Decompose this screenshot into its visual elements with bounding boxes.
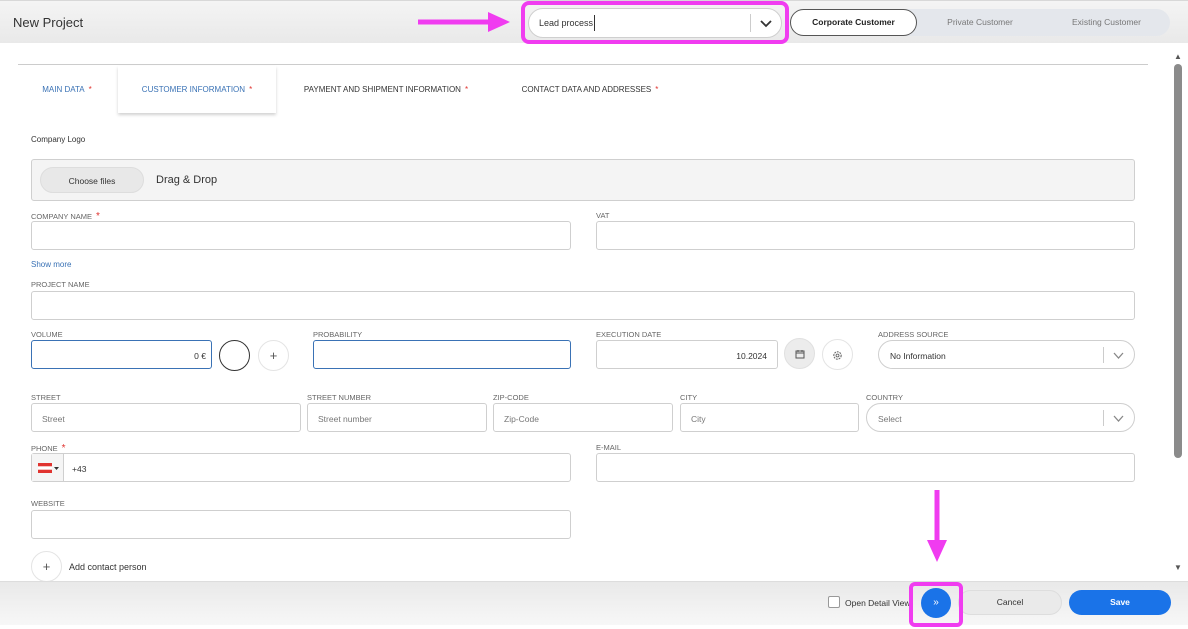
add-volume-button[interactable]: +: [258, 340, 289, 371]
tab-label: MAIN DATA: [42, 85, 85, 94]
street-placeholder: Street: [42, 414, 65, 424]
settings-gear-icon[interactable]: [822, 339, 853, 370]
street-input[interactable]: Street: [31, 403, 301, 432]
add-contact-person-button[interactable]: +: [31, 551, 62, 582]
choose-files-button[interactable]: Choose files: [40, 167, 144, 193]
execution-date-input[interactable]: 10.2024: [596, 340, 778, 369]
street-number-placeholder: Street number: [318, 414, 372, 424]
required-mark: *: [88, 85, 92, 94]
company-logo-label: Company Logo: [31, 135, 86, 144]
select-divider: [750, 14, 751, 32]
austria-flag-icon: [38, 463, 59, 473]
volume-input[interactable]: 0 €: [31, 340, 212, 369]
street-number-label: STREET NUMBER: [307, 393, 372, 402]
probability-label: PROBABILITY: [313, 330, 363, 339]
company-name-input[interactable]: [31, 221, 571, 250]
volume-label: VOLUME: [31, 330, 63, 339]
tab-payment-shipment[interactable]: PAYMENT AND SHIPMENT INFORMATION *: [286, 66, 486, 113]
process-select[interactable]: Lead process: [528, 8, 782, 38]
tabs-divider: [18, 64, 1148, 65]
annotation-arrow-right-icon: [418, 12, 510, 32]
city-placeholder: City: [691, 414, 706, 424]
new-project-dialog: New Project Lead process Corporate Custo…: [0, 0, 1188, 629]
annotation-arrow-down-icon: [927, 490, 947, 562]
website-input[interactable]: [31, 510, 571, 539]
country-value: Select: [878, 414, 902, 424]
phone-input[interactable]: +43: [31, 453, 571, 482]
execution-date-value: 10.2024: [736, 351, 767, 361]
file-drop-zone[interactable]: Choose files Drag & Drop: [31, 159, 1135, 201]
project-name-input[interactable]: [31, 291, 1135, 320]
save-button[interactable]: Save: [1069, 590, 1171, 615]
city-input[interactable]: City: [680, 403, 859, 432]
zip-code-label: ZIP-CODE: [493, 393, 529, 402]
required-mark: *: [464, 85, 469, 94]
add-contact-person-label: Add contact person: [69, 562, 147, 572]
page-title: New Project: [13, 15, 84, 30]
tab-existing-customer[interactable]: Existing Customer: [1043, 9, 1170, 36]
tab-private-customer[interactable]: Private Customer: [917, 9, 1043, 36]
country-flag-dropdown[interactable]: [32, 454, 64, 481]
process-select-value: Lead process: [539, 18, 594, 28]
execution-date-label: EXECUTION DATE: [596, 330, 662, 339]
address-source-value: No Information: [890, 351, 946, 361]
text-caret: [594, 15, 595, 31]
drag-drop-label: Drag & Drop: [156, 174, 218, 186]
tab-corporate-customer[interactable]: Corporate Customer: [790, 9, 917, 36]
zip-code-placeholder: Zip-Code: [504, 414, 539, 424]
vat-label: VAT: [596, 211, 610, 220]
email-label: E-MAIL: [596, 443, 622, 452]
chevron-down-icon[interactable]: [759, 17, 773, 31]
probability-input[interactable]: [313, 340, 571, 369]
open-detail-view-checkbox[interactable]: [828, 596, 840, 608]
street-label: STREET: [31, 393, 61, 402]
email-input[interactable]: [596, 453, 1135, 482]
tab-label: CONTACT DATA AND ADDRESSES: [521, 85, 652, 94]
vat-input[interactable]: [596, 221, 1135, 250]
address-source-label: ADDRESS SOURCE: [878, 330, 949, 339]
phone-prefix: +43: [72, 464, 87, 474]
open-detail-view-label: Open Detail View: [845, 598, 911, 608]
scroll-down-icon[interactable]: ▼: [1174, 563, 1182, 572]
zip-code-input[interactable]: Zip-Code: [493, 403, 673, 432]
project-name-label: PROJECT NAME: [31, 280, 90, 289]
tab-contact-data-addresses[interactable]: CONTACT DATA AND ADDRESSES *: [505, 66, 675, 113]
chevron-down-icon[interactable]: [1112, 349, 1125, 362]
select-divider: [1103, 410, 1104, 426]
tab-main-data[interactable]: MAIN DATA *: [18, 66, 116, 113]
scroll-up-icon[interactable]: ▲: [1174, 52, 1182, 61]
show-more-link[interactable]: Show more: [31, 260, 71, 269]
required-mark: *: [655, 85, 659, 94]
country-label: COUNTRY: [866, 393, 903, 402]
chevron-down-icon[interactable]: [1112, 412, 1125, 425]
next-step-button[interactable]: »: [921, 588, 951, 618]
calendar-icon[interactable]: [784, 338, 815, 369]
currency-toggle[interactable]: [219, 340, 250, 371]
select-divider: [1103, 347, 1104, 363]
tab-label: PAYMENT AND SHIPMENT INFORMATION: [303, 85, 461, 94]
required-mark: *: [249, 85, 253, 94]
scrollbar-thumb[interactable]: [1174, 64, 1182, 458]
address-source-select[interactable]: No Information: [878, 340, 1135, 369]
customer-type-switch: Corporate Customer Private Customer Exis…: [790, 9, 1170, 36]
country-select[interactable]: Select: [866, 403, 1135, 432]
volume-value: 0 €: [194, 351, 206, 361]
tab-label: CUSTOMER INFORMATION: [141, 85, 246, 94]
tab-customer-information[interactable]: CUSTOMER INFORMATION *: [118, 66, 276, 113]
website-label: WEBSITE: [31, 499, 65, 508]
city-label: CITY: [680, 393, 698, 402]
street-number-input[interactable]: Street number: [307, 403, 487, 432]
cancel-button[interactable]: Cancel: [958, 590, 1062, 615]
